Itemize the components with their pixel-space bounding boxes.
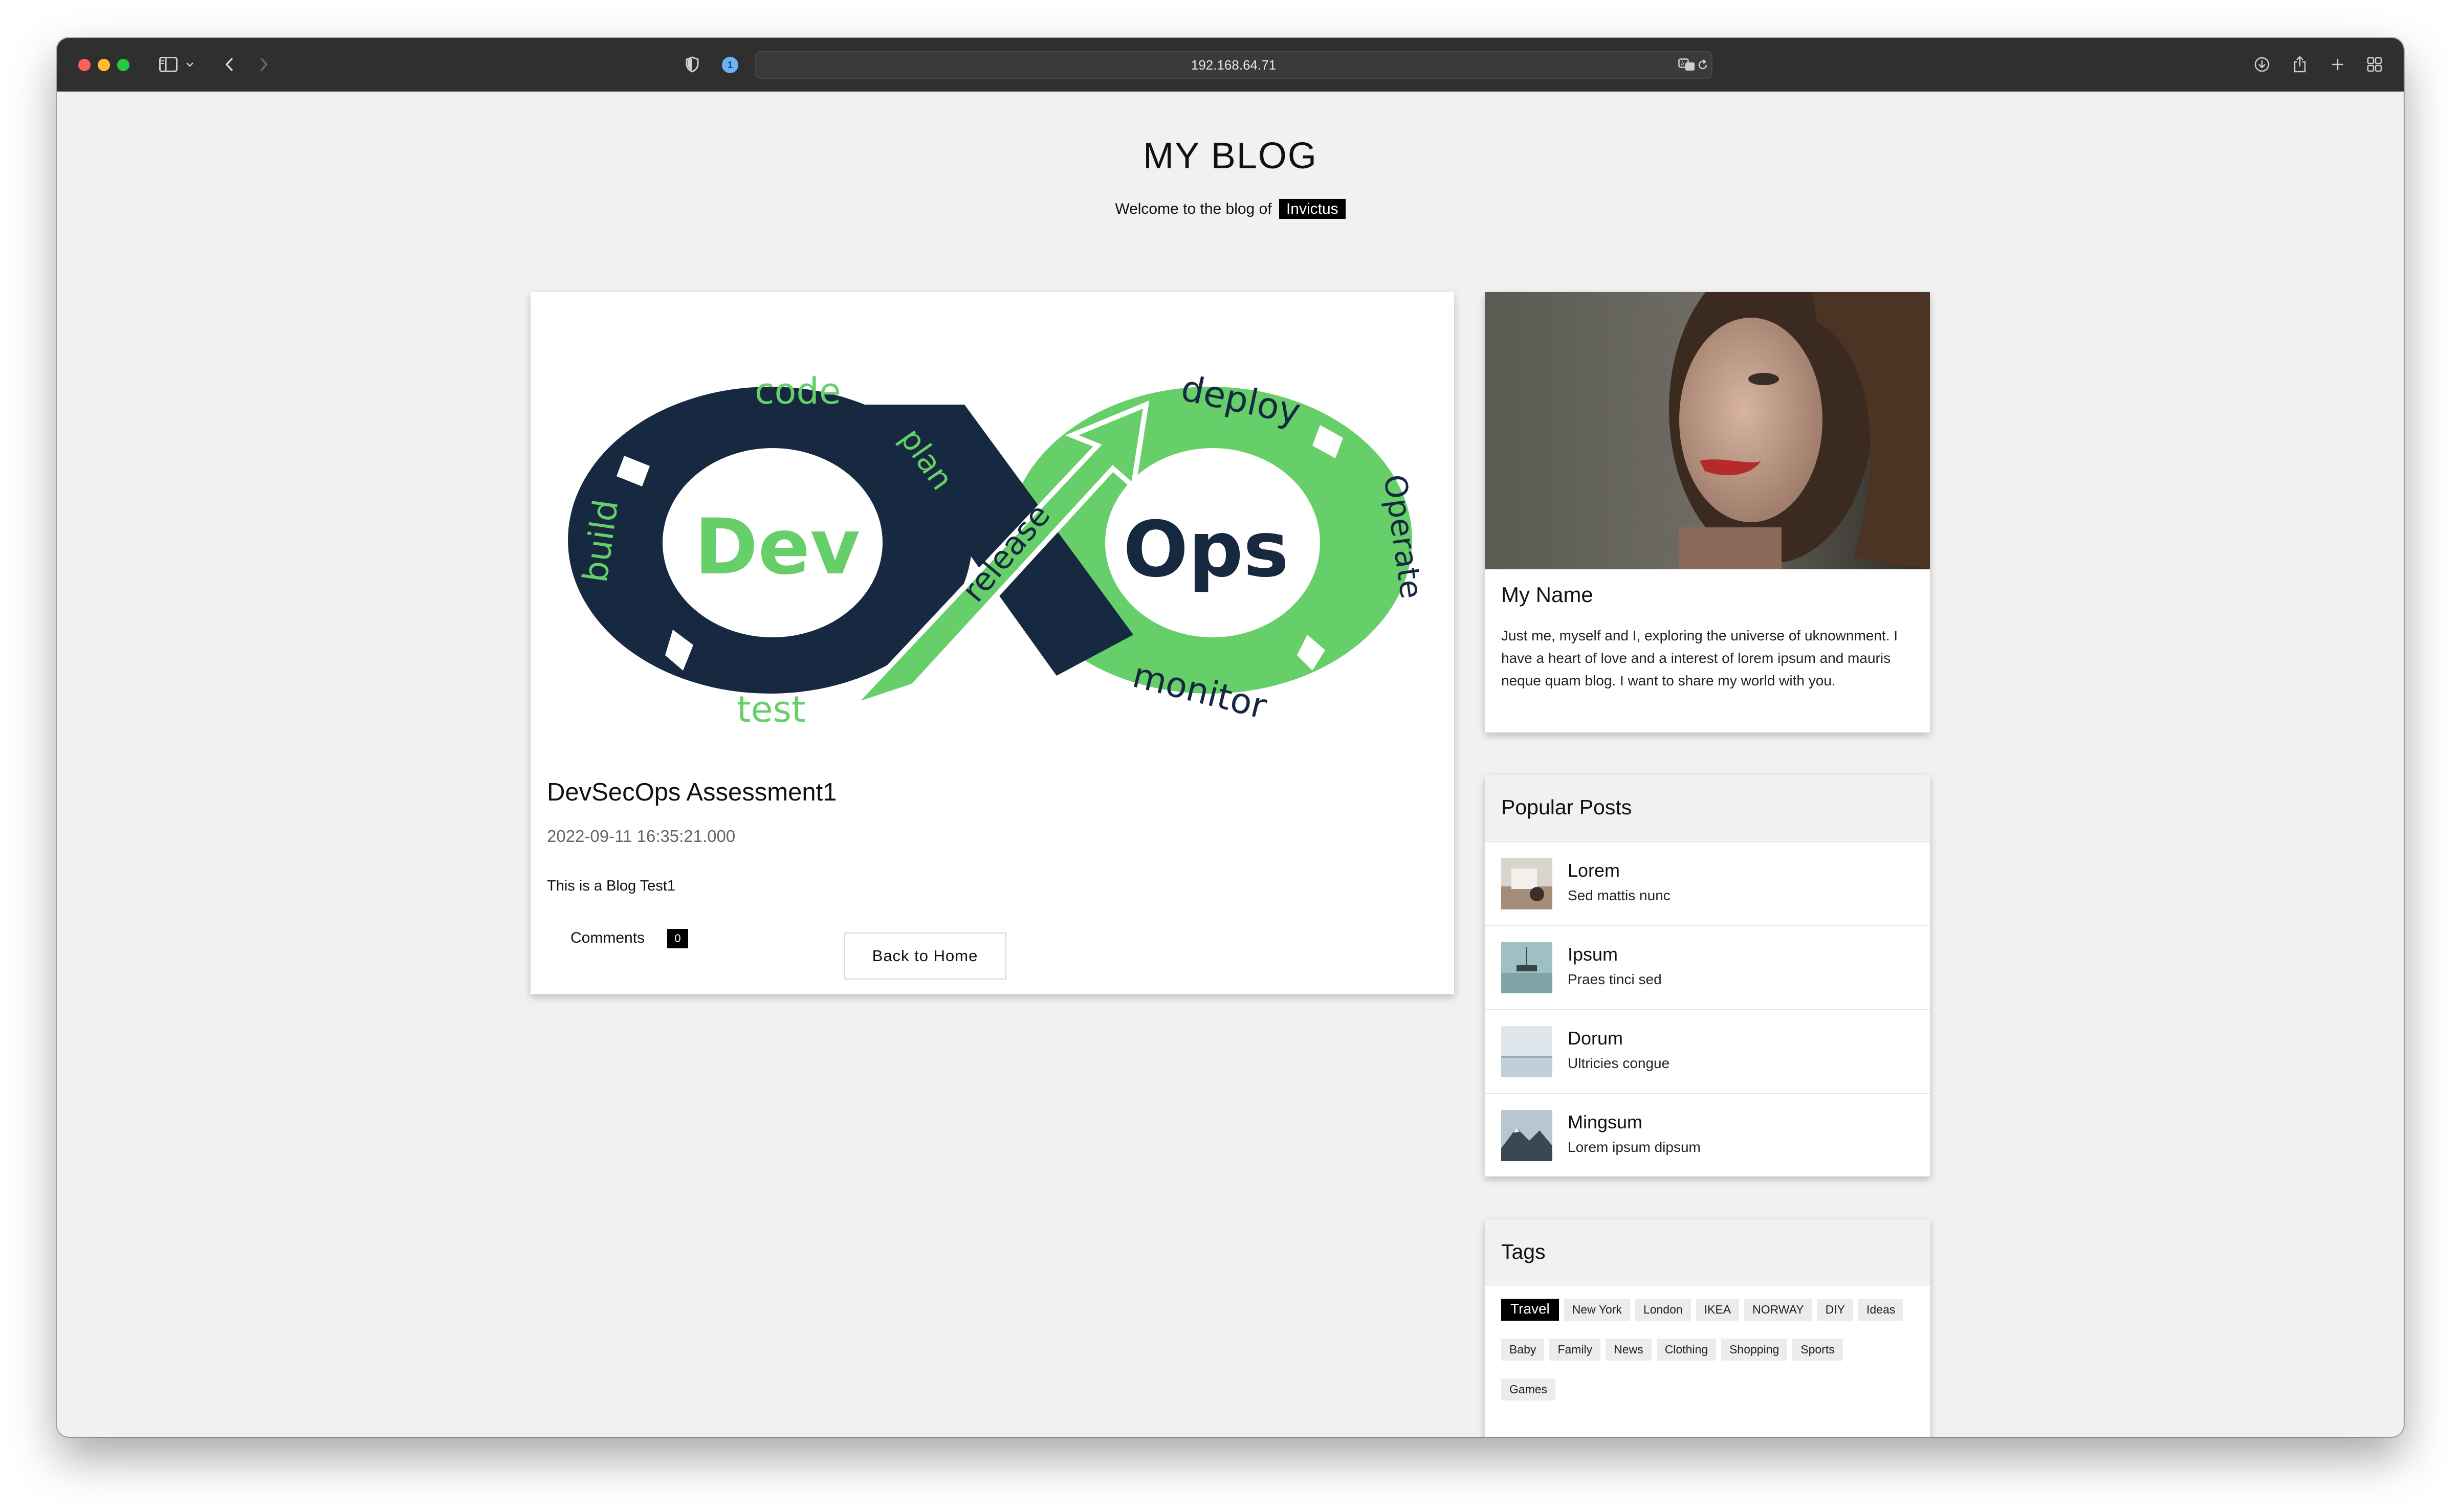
welcome-line: Welcome to the blog of Invictus: [57, 199, 2404, 219]
svg-text:A: A: [1681, 60, 1685, 67]
profile-card: My Name Just me, myself and I, exploring…: [1485, 292, 1930, 732]
dev-label: Dev: [694, 503, 860, 592]
popular-post-item[interactable]: Dorum Ultricies congue: [1485, 1009, 1930, 1093]
popular-post-title[interactable]: Ipsum: [1568, 944, 1618, 965]
ops-label: Ops: [1123, 505, 1289, 594]
author-badge: Invictus: [1279, 199, 1346, 219]
tag-ideas[interactable]: Ideas: [1858, 1299, 1904, 1321]
tag-norway[interactable]: NORWAY: [1744, 1299, 1812, 1321]
post-thumbnail[interactable]: [1501, 858, 1552, 909]
profile-bio: Just me, myself and I, exploring the uni…: [1501, 628, 1898, 688]
browser-toolbar: 1 192.168.64.71 A: [57, 38, 2404, 92]
blog-title: MY BLOG: [1143, 136, 1317, 176]
tab-overview-icon[interactable]: [2364, 51, 2385, 78]
back-arrow-icon[interactable]: [222, 51, 237, 78]
code-label: code: [755, 370, 841, 412]
privacy-shield-icon[interactable]: [682, 51, 702, 78]
tags-list: Travel New York London IKEA NORWAY DIY I…: [1501, 1299, 1921, 1418]
chevron-down-icon[interactable]: [185, 51, 195, 78]
tags-heading: Tags: [1501, 1240, 1546, 1263]
popular-post-title[interactable]: Dorum: [1568, 1028, 1623, 1049]
devops-infinity-image: code build test plan Dev release deploy …: [568, 367, 1429, 730]
post-title: DevSecOps Assessment1: [547, 779, 837, 806]
profile-photo: [1485, 292, 1930, 569]
sidebar-icon[interactable]: [157, 51, 180, 78]
post-card: code build test plan Dev release deploy …: [531, 292, 1454, 994]
popular-post-subtitle: Sed mattis nunc: [1568, 887, 1671, 903]
popular-post-subtitle: Ultricies congue: [1568, 1055, 1670, 1071]
comments-toggle[interactable]: Comments 0: [570, 929, 688, 948]
browser-window: 1 192.168.64.71 A MY BLOG Welcome to the…: [57, 38, 2404, 1437]
popular-post-subtitle: Praes tinci sed: [1568, 971, 1662, 987]
new-tab-icon[interactable]: [2327, 51, 2348, 78]
tag-diy[interactable]: DIY: [1817, 1299, 1853, 1321]
tags-header: Tags: [1485, 1219, 1930, 1286]
popular-posts-heading: Popular Posts: [1501, 795, 1632, 819]
tag-shopping[interactable]: Shopping: [1721, 1339, 1788, 1361]
tag-baby[interactable]: Baby: [1501, 1339, 1545, 1361]
reload-icon[interactable]: [1695, 52, 1710, 78]
popular-posts-card: Popular Posts Lorem Sed mattis nunc Ipsu…: [1485, 775, 1930, 1176]
popular-post-item[interactable]: Lorem Sed mattis nunc: [1485, 841, 1930, 925]
test-label: test: [737, 688, 805, 730]
tags-card: Tags Travel New York London IKEA NORWAY …: [1485, 1219, 1930, 1437]
post-thumbnail[interactable]: [1501, 942, 1552, 993]
extension-badge[interactable]: 1: [722, 57, 738, 73]
forward-arrow-icon[interactable]: [256, 51, 272, 78]
close-window-button[interactable]: [78, 59, 91, 71]
comments-count-badge: 0: [667, 929, 688, 948]
tag-games[interactable]: Games: [1501, 1378, 1556, 1400]
tag-family[interactable]: Family: [1549, 1339, 1601, 1361]
popular-post-title[interactable]: Lorem: [1568, 860, 1620, 881]
popular-post-item[interactable]: Ipsum Praes tinci sed: [1485, 925, 1930, 1009]
popular-post-title[interactable]: Mingsum: [1568, 1111, 1642, 1133]
tags-row: Travel New York London IKEA NORWAY DIY I…: [1501, 1299, 1921, 1321]
comments-label[interactable]: Comments: [570, 929, 645, 946]
back-to-home-button[interactable]: Back to Home: [844, 932, 1006, 980]
popular-post-subtitle: Lorem ipsum dipsum: [1568, 1139, 1701, 1155]
popular-post-item[interactable]: Mingsum Lorem ipsum dipsum: [1485, 1093, 1930, 1177]
post-body: This is a Blog Test1: [547, 878, 675, 894]
share-icon[interactable]: [2290, 51, 2310, 78]
tag-london[interactable]: London: [1635, 1299, 1691, 1321]
zoom-window-button[interactable]: [117, 59, 129, 71]
post-thumbnail[interactable]: [1501, 1110, 1552, 1161]
url-text[interactable]: 192.168.64.71: [756, 52, 1711, 78]
tags-row: Baby Family News Clothing Shopping Sport…: [1501, 1339, 1921, 1361]
profile-name: My Name: [1501, 583, 1593, 607]
tag-news[interactable]: News: [1606, 1339, 1652, 1361]
post-thumbnail[interactable]: [1501, 1026, 1552, 1077]
tag-travel[interactable]: Travel: [1501, 1299, 1559, 1321]
address-bar[interactable]: 192.168.64.71 A: [755, 51, 1712, 79]
tag-sports[interactable]: Sports: [1792, 1339, 1843, 1361]
downloads-icon[interactable]: [2252, 51, 2272, 78]
tag-new-york[interactable]: New York: [1564, 1299, 1630, 1321]
welcome-text: Welcome to the blog of: [1115, 201, 1272, 217]
tag-clothing[interactable]: Clothing: [1656, 1339, 1717, 1361]
post-date: 2022-09-11 16:35:21.000: [547, 827, 736, 846]
tags-row: Games: [1501, 1378, 1921, 1400]
minimize-window-button[interactable]: [98, 59, 110, 71]
popular-posts-header: Popular Posts: [1485, 775, 1930, 841]
tag-ikea[interactable]: IKEA: [1696, 1299, 1740, 1321]
translate-icon[interactable]: A: [1677, 52, 1697, 78]
